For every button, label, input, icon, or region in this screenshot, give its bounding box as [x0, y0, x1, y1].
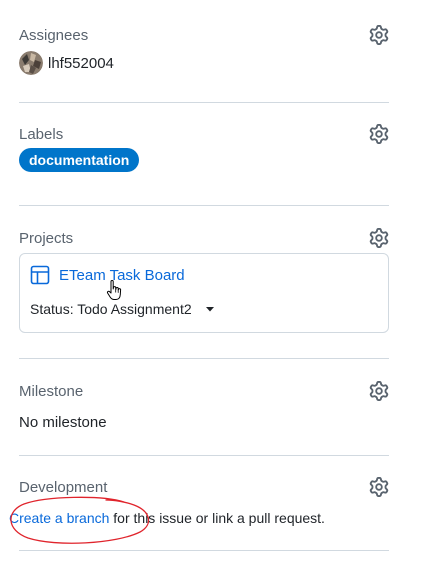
create-branch-link[interactable]: Create a branch [9, 510, 109, 526]
gear-icon[interactable] [369, 477, 389, 497]
gear-icon[interactable] [369, 25, 389, 45]
divider [19, 358, 389, 359]
gear-icon[interactable] [369, 381, 389, 401]
avatar [19, 51, 43, 75]
divider [19, 102, 389, 103]
triangle-down-icon [205, 307, 214, 312]
development-description: Create a branch for this issue or link a… [9, 510, 325, 526]
assignees-title: Assignees [19, 27, 89, 44]
gear-icon[interactable] [369, 124, 389, 144]
project-title-row: ETeam Task Board [30, 265, 185, 285]
labels-title: Labels [19, 126, 64, 143]
milestone-value: No milestone [19, 414, 107, 431]
label-documentation[interactable]: documentation [19, 148, 140, 172]
project-status-dropdown[interactable]: Status: Todo Assignment2 [30, 301, 216, 317]
project-status-text: Status: Todo Assignment2 [30, 301, 192, 317]
projects-title: Projects [19, 230, 74, 247]
gear-icon[interactable] [369, 228, 389, 248]
development-title: Development [19, 479, 108, 496]
milestone-title: Milestone [19, 383, 84, 400]
divider [19, 455, 389, 456]
project-card: ETeam Task Board Status: Todo Assignment… [19, 253, 389, 333]
table-icon [30, 265, 50, 285]
issue-sidebar: Assignees lhf552004 Labels documentation… [0, 0, 425, 567]
assignee-item[interactable]: lhf552004 [19, 51, 114, 75]
divider [19, 550, 389, 551]
development-rest-text: for this issue or link a pull request. [109, 510, 325, 526]
project-link[interactable]: ETeam Task Board [59, 267, 185, 284]
assignee-username: lhf552004 [48, 54, 114, 72]
divider [19, 205, 389, 206]
